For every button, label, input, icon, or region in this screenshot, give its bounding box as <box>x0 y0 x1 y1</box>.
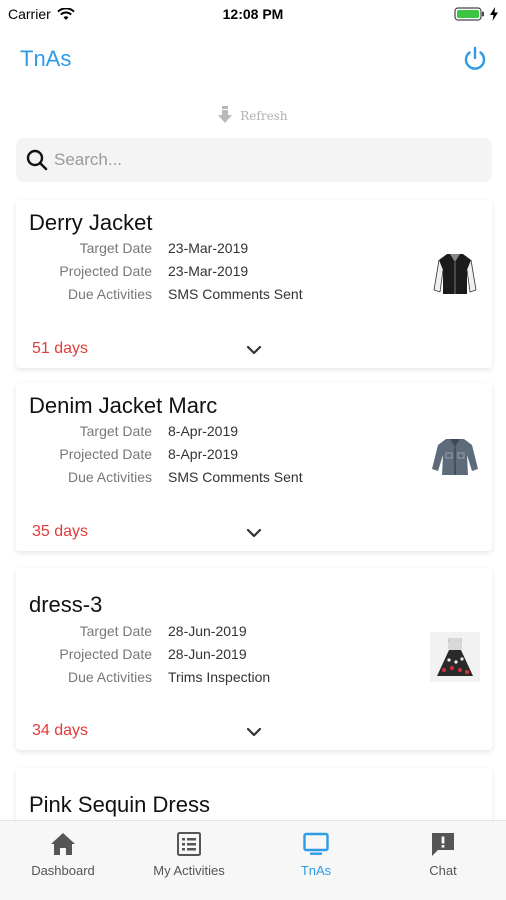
dress-image <box>430 632 480 682</box>
projected-date-value: 28-Jun-2019 <box>168 646 247 662</box>
tab-my-activities[interactable]: My Activities <box>126 831 252 878</box>
card-title: dress-3 <box>29 592 103 617</box>
tab-chat[interactable]: Chat <box>380 831 506 878</box>
monitor-icon <box>303 832 329 855</box>
clock: 12:08 PM <box>222 6 284 22</box>
search-icon <box>26 149 48 171</box>
days-remaining: 35 days <box>32 523 89 540</box>
projected-date-value: 8-Apr-2019 <box>168 446 239 462</box>
tab-label: My Activities <box>153 863 225 878</box>
tab-label: TnAs <box>300 863 332 878</box>
card-title: Pink Sequin Dress <box>29 792 210 817</box>
black-jacket-image <box>433 254 477 294</box>
status-right <box>454 7 498 21</box>
chevron-down-icon[interactable] <box>244 722 264 742</box>
home-icon <box>51 833 75 855</box>
chat-icon <box>432 833 454 856</box>
days-remaining: 34 days <box>32 722 89 739</box>
denim-jacket-image <box>432 439 478 475</box>
search-input[interactable] <box>54 150 474 170</box>
projected-date-label: Projected Date <box>59 646 152 662</box>
target-date-label: Target Date <box>79 240 152 256</box>
projected-date-label: Projected Date <box>59 446 152 462</box>
page-title: TnAs <box>20 46 72 71</box>
tna-card[interactable]: Denim Jacket Marc Target Date 8-Apr-2019… <box>16 383 492 551</box>
arrow-down-icon <box>218 106 233 123</box>
list-icon <box>177 832 201 856</box>
tab-dashboard[interactable]: Dashboard <box>0 831 126 878</box>
bottom-tab-bar: Dashboard My Activities TnAs Chat <box>0 820 506 900</box>
tab-label: Chat <box>429 863 457 878</box>
due-activities-value: SMS Comments Sent <box>168 286 303 302</box>
power-icon[interactable] <box>460 44 490 74</box>
status-bar: Carrier 12:08 PM <box>0 0 506 28</box>
due-activities-label: Due Activities <box>67 286 152 302</box>
due-activities-value: Trims Inspection <box>168 669 271 685</box>
due-activities-value: SMS Comments Sent <box>168 469 303 485</box>
charging-icon <box>490 7 498 21</box>
days-remaining: 51 days <box>32 340 89 357</box>
refresh-label: Refresh <box>240 109 288 123</box>
app-header: TnAs <box>0 38 506 82</box>
tna-card[interactable]: dress-3 Target Date 28-Jun-2019 Projecte… <box>16 568 492 750</box>
projected-date-value: 23-Mar-2019 <box>168 263 249 279</box>
tab-tnas[interactable]: TnAs <box>253 831 379 878</box>
tna-card[interactable]: Derry Jacket Target Date 23-Mar-2019 Pro… <box>16 200 492 368</box>
tab-label: Dashboard <box>31 863 95 878</box>
target-date-value: 23-Mar-2019 <box>168 240 249 256</box>
target-date-value: 28-Jun-2019 <box>168 623 247 639</box>
tna-card[interactable]: Pink Sequin Dress <box>16 768 492 828</box>
card-title: Denim Jacket Marc <box>29 393 218 418</box>
target-date-value: 8-Apr-2019 <box>168 423 239 439</box>
chevron-down-icon[interactable] <box>244 523 264 543</box>
pull-to-refresh: Refresh <box>0 106 506 124</box>
due-activities-label: Due Activities <box>67 469 152 485</box>
due-activities-label: Due Activities <box>67 669 152 685</box>
card-title: Derry Jacket <box>29 210 153 235</box>
search-bar[interactable] <box>16 138 492 182</box>
projected-date-label: Projected Date <box>59 263 152 279</box>
target-date-label: Target Date <box>79 623 152 639</box>
battery-icon <box>454 7 484 21</box>
chevron-down-icon[interactable] <box>244 340 264 360</box>
target-date-label: Target Date <box>79 423 152 439</box>
